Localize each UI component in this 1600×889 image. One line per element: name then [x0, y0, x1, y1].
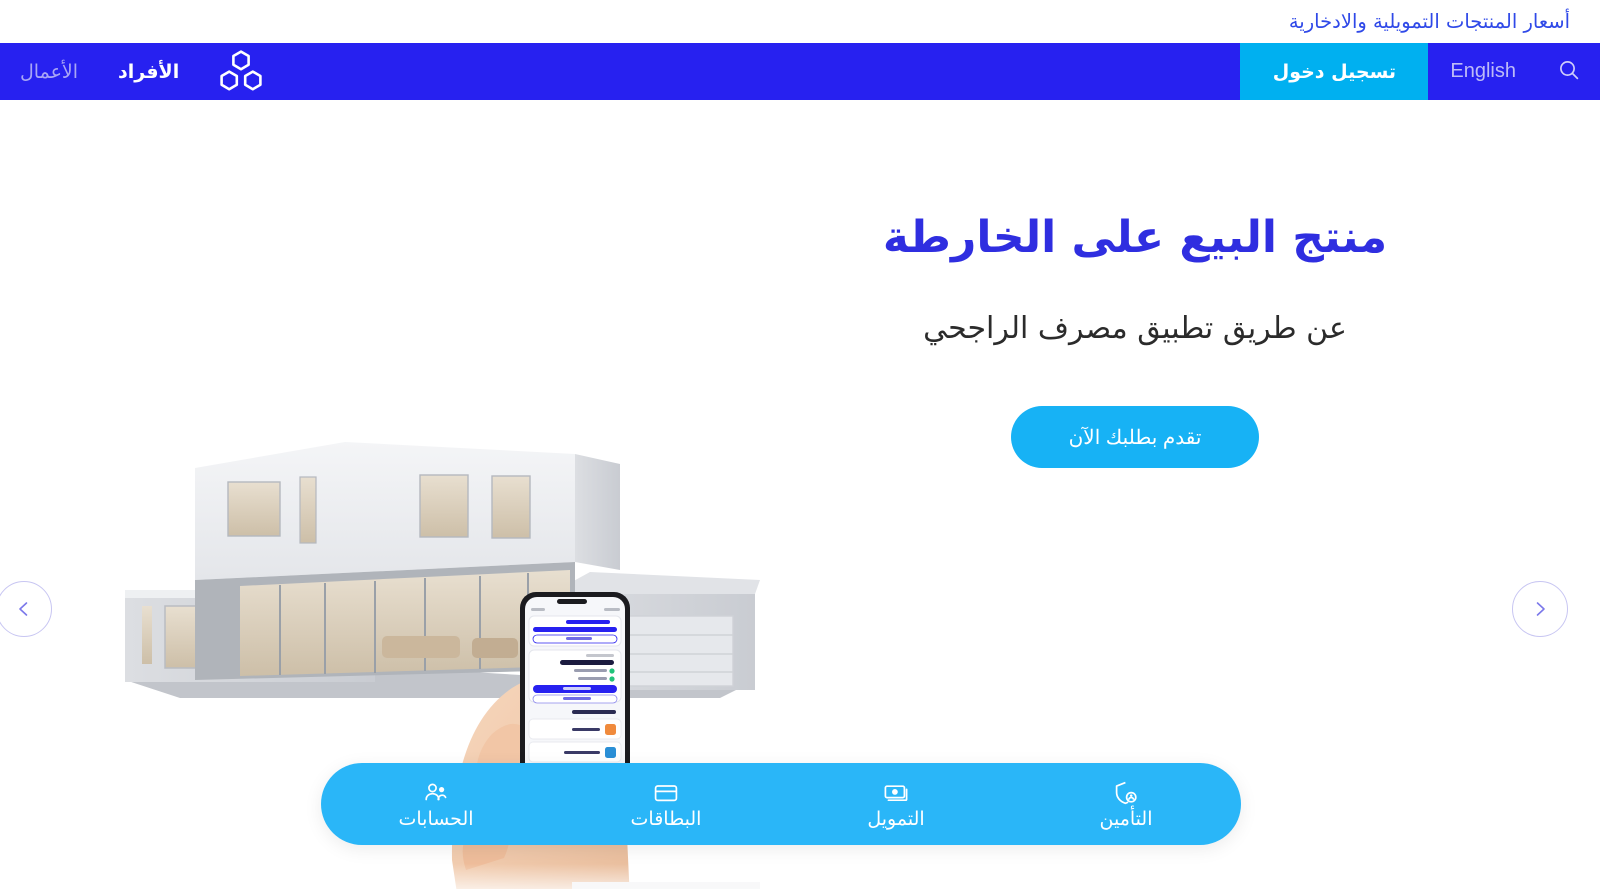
nav-tab-individuals[interactable]: الأفراد: [98, 43, 199, 100]
carousel-next-button[interactable]: [1512, 581, 1568, 637]
shield-insurance-icon: [1113, 780, 1139, 806]
quick-link-financing-label: التمويل: [867, 807, 925, 830]
nav-tab-business[interactable]: الأعمال: [0, 43, 98, 100]
quick-link-insurance[interactable]: التأمين: [1011, 763, 1241, 845]
navbar-right-cluster: الأفراد الأعمال: [0, 43, 297, 100]
top-utility-bar: أسعار المنتجات التمويلية والادخارية: [0, 0, 1600, 43]
login-button[interactable]: تسجيل دخول: [1240, 43, 1429, 100]
people-accounts-icon: [423, 780, 449, 806]
apply-now-button[interactable]: تقدم بطلبك الآن: [1011, 406, 1259, 468]
carousel-prev-button[interactable]: [0, 581, 52, 637]
quick-link-accounts[interactable]: الحسابات: [321, 763, 551, 845]
quick-link-insurance-label: التأمين: [1099, 807, 1153, 830]
quick-links-bar: الحسابات البطاقات التمويل التأمين: [321, 763, 1241, 845]
quick-link-financing[interactable]: التمويل: [781, 763, 1011, 845]
quick-link-cards-label: البطاقات: [630, 807, 702, 830]
language-toggle-button[interactable]: English: [1428, 43, 1538, 100]
hero-subtitle: عن طريق تطبيق مصرف الراجحي: [923, 311, 1347, 346]
search-icon: [1557, 58, 1581, 86]
hero-carousel-slide: منتج البيع على الخارطة عن طريق تطبيق مصر…: [0, 100, 1600, 889]
financing-savings-rates-link[interactable]: أسعار المنتجات التمويلية والادخارية: [1289, 12, 1570, 32]
chevron-right-icon: [1531, 600, 1549, 618]
alrajhi-bank-logo[interactable]: [199, 43, 283, 100]
navbar-left-cluster: تسجيل دخول English: [1240, 43, 1600, 100]
quick-link-cards[interactable]: البطاقات: [551, 763, 781, 845]
chevron-left-icon: [15, 600, 33, 618]
quick-link-accounts-label: الحسابات: [398, 807, 474, 830]
search-button[interactable]: [1538, 43, 1600, 100]
credit-card-icon: [653, 780, 679, 806]
hero-title: منتج البيع على الخارطة: [882, 212, 1388, 263]
hero-text-block: منتج البيع على الخارطة عن طريق تطبيق مصر…: [855, 210, 1415, 468]
main-navbar: تسجيل دخول English الأفراد الأعمال: [0, 43, 1600, 100]
cash-money-icon: [883, 780, 909, 806]
page-root: أسعار المنتجات التمويلية والادخارية تسجي…: [0, 0, 1600, 889]
